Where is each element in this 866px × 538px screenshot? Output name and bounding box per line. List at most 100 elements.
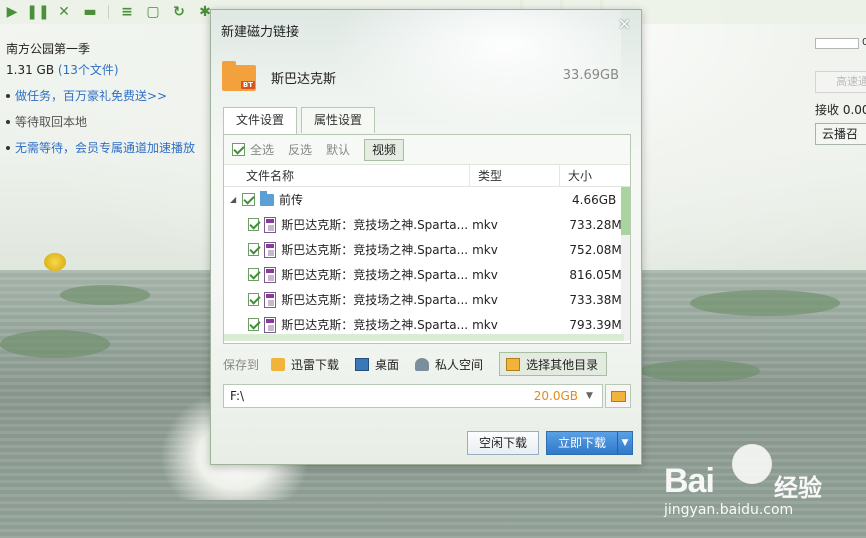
file-size: 793.39MB xyxy=(569,317,630,332)
browse-folder-button[interactable] xyxy=(605,384,631,408)
received-label: 接收 0.00 xyxy=(815,103,866,117)
idle-download-button[interactable]: 空闲下载 xyxy=(467,431,539,455)
folder-size: 4.66GB xyxy=(572,192,617,207)
task-size-value: 1.31 GB xyxy=(6,63,55,77)
folder-open-icon xyxy=(506,357,521,371)
save-option-other-directory[interactable]: 选择其他目录 xyxy=(499,352,608,376)
save-option-xunlei[interactable]: 迅雷下载 xyxy=(271,356,339,373)
column-header-size[interactable]: 大小 xyxy=(560,165,630,187)
file-list-panel: 全选 反选 默认 视频 文件名称 类型 大小 ◢ 前传 4.66GB 斯巴达克斯… xyxy=(223,134,631,344)
video-file-icon xyxy=(264,241,277,258)
save-path-value[interactable]: F:\ xyxy=(224,389,534,403)
watermark-url: jingyan.baidu.com xyxy=(664,502,794,518)
file-checkbox[interactable] xyxy=(248,243,260,256)
tab-property-settings[interactable]: 属性设置 xyxy=(301,107,376,133)
new-magnet-link-dialog: 新建磁力链接 × BT 斯巴达克斯 33.69GB 文件设置 属性设置 全选 反… xyxy=(210,9,642,465)
file-row[interactable]: 斯巴达克斯：竞技场之神.Sparta... mkv 733.38MB xyxy=(224,287,630,312)
save-path-combobox[interactable]: F:\ 20.0GB ▼ xyxy=(223,384,603,408)
column-header-name[interactable]: 文件名称 xyxy=(224,164,470,187)
lily-pad xyxy=(640,360,760,382)
download-now-label[interactable]: 立即下载 xyxy=(547,432,617,454)
folder-icon[interactable]: ▬ xyxy=(82,4,98,20)
cloud-play-button[interactable]: 云播召 xyxy=(815,123,866,145)
delete-icon[interactable]: ✕ xyxy=(56,4,72,20)
file-size: 733.28MB xyxy=(569,217,630,232)
file-row[interactable]: 斯巴达克斯：竞技场之神.Sparta... mkv 733.28MB xyxy=(224,212,630,237)
xunlei-folder-icon xyxy=(271,357,286,371)
tab-file-settings[interactable]: 文件设置 xyxy=(223,107,298,134)
bullet-icon xyxy=(6,119,10,124)
sort-icon[interactable]: ≡ xyxy=(119,4,135,20)
horizontal-scrollbar[interactable] xyxy=(224,334,624,341)
right-info-panel: 0 高速通 接收 0.00 云播召 xyxy=(815,37,866,145)
file-row[interactable]: 斯巴达克斯：竞技场之神.Sparta... mkv 816.05MB xyxy=(224,262,630,287)
vertical-scrollbar-thumb[interactable] xyxy=(621,187,630,235)
video-file-icon xyxy=(264,316,277,333)
pause-icon[interactable]: ❚❚ xyxy=(26,4,49,20)
lily-pad xyxy=(690,290,840,316)
column-header-type[interactable]: 类型 xyxy=(470,164,560,187)
save-option-xunlei-label: 迅雷下载 xyxy=(291,357,340,372)
download-now-button[interactable]: 立即下载 ▼ xyxy=(546,431,633,455)
baidu-paw-logo xyxy=(732,444,772,484)
vip-accelerate-link[interactable]: 无需等待，会员专属通道加速播放 xyxy=(6,139,206,156)
collapse-triangle-icon[interactable]: ◢ xyxy=(230,195,240,204)
file-size: 733.38MB xyxy=(569,292,630,307)
file-row[interactable]: 斯巴达克斯：竞技场之神.Sparta... mkv 752.08MB xyxy=(224,237,630,262)
file-list-header: 文件名称 类型 大小 xyxy=(224,164,630,187)
save-option-private-label: 私人空间 xyxy=(435,357,484,372)
file-name-cell: 斯巴达克斯：竞技场之神.Sparta... xyxy=(224,316,468,333)
file-checkbox[interactable] xyxy=(248,318,260,331)
file-type: mkv xyxy=(472,317,498,332)
play-icon[interactable]: ▶ xyxy=(4,4,20,20)
dialog-title: 新建磁力链接 xyxy=(221,25,300,40)
select-all-label[interactable]: 全选 xyxy=(250,141,274,158)
task-status-text: 等待取回本地 xyxy=(15,115,88,129)
file-name: 斯巴达克斯：竞技场之神.Sparta... xyxy=(281,268,469,282)
select-all-checkbox[interactable] xyxy=(232,143,245,156)
file-size: 816.05MB xyxy=(569,267,630,282)
chevron-down-icon[interactable]: ▼ xyxy=(586,391,602,401)
file-checkbox[interactable] xyxy=(248,293,260,306)
refresh-icon[interactable]: ↻ xyxy=(171,4,187,20)
save-option-desktop[interactable]: 桌面 xyxy=(355,356,399,373)
vip-accelerate-text[interactable]: 无需等待，会员专属通道加速播放 xyxy=(15,139,195,156)
desktop-icon xyxy=(355,357,370,371)
save-to-label: 保存到 xyxy=(223,357,260,372)
task-file-count[interactable]: (13个文件) xyxy=(58,63,119,77)
file-name-cell: 斯巴达克斯：竞技场之神.Sparta... xyxy=(224,216,468,233)
file-name-cell: 斯巴达克斯：竞技场之神.Sparta... xyxy=(224,241,468,258)
task-status: 等待取回本地 xyxy=(6,113,206,130)
jingyan-logo-text: 经验 xyxy=(774,474,822,502)
save-location-row: 保存到 迅雷下载 桌面 私人空间 选择其他目录 xyxy=(223,352,631,376)
high-speed-button[interactable]: 高速通 xyxy=(815,71,866,93)
private-space-icon xyxy=(415,357,430,371)
default-selection-button[interactable]: 默认 xyxy=(326,141,350,158)
toolbar-divider xyxy=(108,5,109,19)
file-name: 斯巴达克斯：竞技场之神.Sparta... xyxy=(281,243,469,257)
close-icon[interactable]: × xyxy=(618,14,631,33)
task-info-panel: 南方公园第一季 1.31 GB (13个文件) 做任务，百万豪礼免费送>> 等待… xyxy=(6,40,206,156)
promo-tasks-text[interactable]: 做任务，百万豪礼免费送>> xyxy=(15,87,167,104)
download-options-dropdown-icon[interactable]: ▼ xyxy=(617,432,632,454)
torrent-name: 斯巴达克斯 xyxy=(271,72,337,87)
save-option-private-space[interactable]: 私人空间 xyxy=(415,356,483,373)
bullet-icon xyxy=(6,93,10,98)
download-progress-bar: 0 xyxy=(815,37,866,49)
folder-icon xyxy=(610,390,626,402)
file-type: mkv xyxy=(472,217,498,232)
free-space-label: 20.0GB xyxy=(533,389,578,403)
folder-checkbox[interactable] xyxy=(242,193,255,206)
file-checkbox[interactable] xyxy=(248,218,260,231)
promo-tasks-link[interactable]: 做任务，百万豪礼免费送>> xyxy=(6,87,206,104)
file-name-cell: 斯巴达克斯：竞技场之神.Sparta... xyxy=(224,266,468,283)
page-icon[interactable]: ▢ xyxy=(145,4,161,20)
folder-row[interactable]: ◢ 前传 4.66GB xyxy=(224,187,630,212)
folder-icon xyxy=(260,191,274,206)
video-filter-button[interactable]: 视频 xyxy=(364,138,405,161)
vertical-scrollbar[interactable] xyxy=(621,187,630,341)
invert-selection-button[interactable]: 反选 xyxy=(288,141,312,158)
file-checkbox[interactable] xyxy=(248,268,260,281)
file-name-cell: 斯巴达克斯：竞技场之神.Sparta... xyxy=(224,291,468,308)
yellow-flower xyxy=(44,253,66,271)
